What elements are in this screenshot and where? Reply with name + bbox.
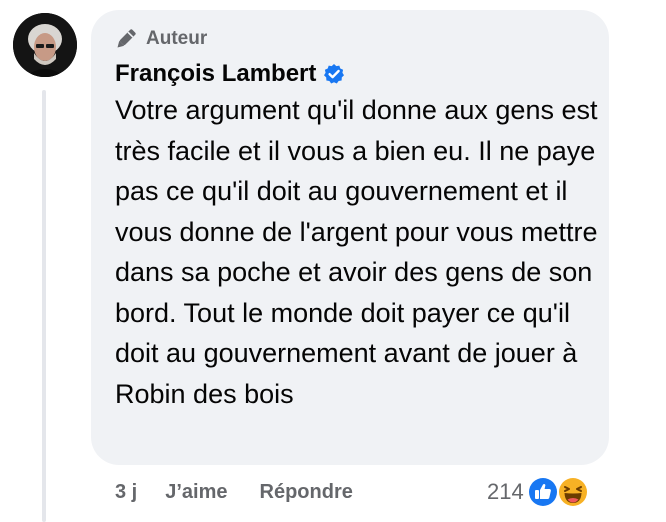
haha-reaction-icon [556, 475, 590, 509]
avatar[interactable] [13, 13, 77, 77]
comment-timestamp[interactable]: 3 j [115, 481, 137, 504]
avatar-photo [13, 13, 77, 77]
author-badge-label: Auteur [146, 28, 208, 49]
author-name[interactable]: François Lambert [115, 60, 316, 88]
thread-line [42, 90, 46, 522]
reactions-summary[interactable]: 214 [487, 474, 596, 510]
reaction-icons [526, 474, 596, 510]
like-reaction-icon [526, 475, 560, 509]
verified-badge-icon [323, 63, 345, 85]
comment-actions: 3 j J’aime Répondre [115, 478, 353, 506]
comment-text: Votre argument qu'il donne aux gens est … [115, 95, 598, 409]
author-badge: Auteur [113, 26, 207, 52]
author-name-row: François Lambert [115, 58, 345, 90]
like-button[interactable]: J’aime [165, 481, 227, 504]
pen-icon [113, 26, 139, 52]
reaction-count: 214 [487, 479, 524, 504]
reply-button[interactable]: Répondre [260, 481, 353, 504]
